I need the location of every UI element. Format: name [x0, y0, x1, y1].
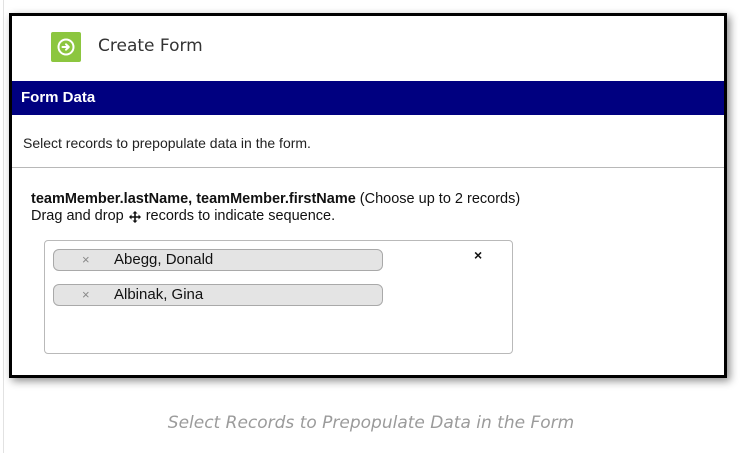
- clear-all-icon[interactable]: ×: [474, 247, 482, 263]
- figure-caption: Select Records to Prepopulate Data in th…: [167, 413, 575, 433]
- record-select[interactable]: × × Abegg, Donald × Albinak, Gina: [44, 240, 513, 354]
- selected-record-label: Abegg, Donald: [114, 251, 214, 268]
- move-icon: [128, 210, 141, 223]
- field-label: teamMember.lastName, teamMember.firstNam…: [31, 191, 520, 208]
- instruction-text: Select records to prepopulate data in th…: [23, 135, 311, 151]
- page-left-rule: [3, 0, 4, 453]
- section-header: Form Data: [12, 81, 724, 115]
- selected-record-label: Albinak, Gina: [114, 286, 204, 303]
- drag-hint-prefix: Drag and drop: [31, 208, 124, 224]
- selected-record[interactable]: × Abegg, Donald: [53, 249, 383, 271]
- field-label-hint: (Choose up to 2 records): [355, 191, 521, 207]
- drag-hint: Drag and drop records to indicate sequen…: [31, 208, 335, 225]
- arrow-circle-icon: [57, 38, 75, 56]
- remove-record-icon[interactable]: ×: [82, 285, 90, 305]
- selected-record[interactable]: × Albinak, Gina: [53, 284, 383, 306]
- drag-hint-suffix: records to indicate sequence.: [145, 208, 336, 224]
- field-label-name: teamMember.lastName, teamMember.firstNam…: [31, 191, 356, 207]
- create-form-panel: Create Form Form Data Select records to …: [9, 13, 727, 378]
- divider: [12, 167, 724, 168]
- panel-header: Create Form: [12, 16, 724, 76]
- panel-title: Create Form: [98, 36, 203, 56]
- create-form-button[interactable]: [51, 32, 81, 62]
- remove-record-icon[interactable]: ×: [82, 250, 90, 270]
